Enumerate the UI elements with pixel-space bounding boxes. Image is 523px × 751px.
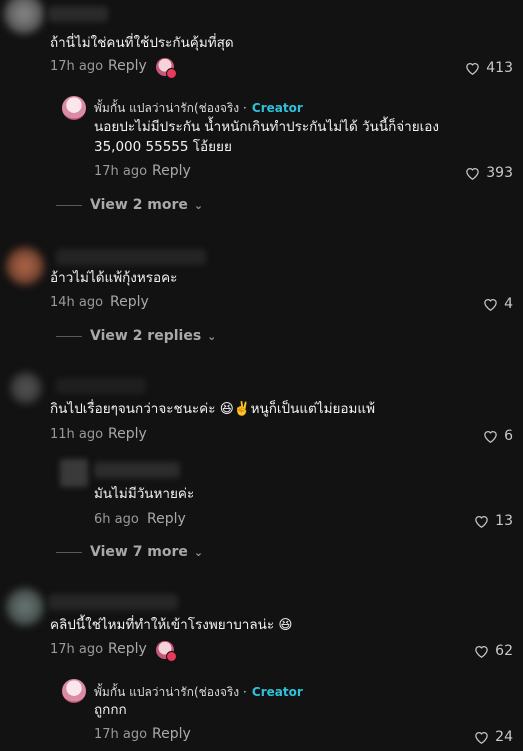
- like-button[interactable]: 393: [465, 165, 513, 181]
- reply-button[interactable]: Reply: [108, 641, 147, 657]
- view-more-label: View 2 more: [90, 197, 188, 213]
- heart-outline-icon: [466, 168, 480, 180]
- comment-time: 17h ago: [94, 164, 148, 179]
- creator-badge: Creator: [251, 685, 303, 699]
- heart-outline-icon: [484, 299, 497, 311]
- divider: [56, 335, 82, 337]
- reply-text-line2: 35,000 55555 โอ้ยยย: [94, 139, 232, 155]
- creator-header: พั้มกั้น แปลว่าน่ารัก(ช่องจริง · Creator: [94, 97, 303, 118]
- creator-header: พั้มกั้น แปลว่าน่ารัก(ช่องจริง · Creator: [94, 681, 303, 702]
- like-count: 393: [486, 165, 513, 181]
- view-more-replies[interactable]: View 2 replies ⌄: [56, 328, 216, 344]
- creator-name[interactable]: พั้มกั้น แปลว่าน่ารัก(ช่องจริง ·: [94, 101, 247, 115]
- username-blurred[interactable]: [56, 378, 146, 394]
- like-button[interactable]: 13: [474, 513, 513, 529]
- view-more-label: View 7 more: [90, 544, 188, 560]
- avatar[interactable]: [60, 459, 88, 487]
- like-button[interactable]: 62: [474, 643, 513, 659]
- username-blurred[interactable]: [94, 462, 180, 478]
- reply-text-line1: นอยปะไม่มีประกัน น้ำหนักเกินทำประกันไม่ไ…: [94, 119, 439, 135]
- username-blurred[interactable]: [56, 249, 206, 265]
- comment-time: 11h ago: [50, 427, 104, 442]
- like-button[interactable]: 413: [465, 60, 513, 76]
- comment-time: 17h ago: [50, 59, 104, 74]
- comment-text: ถูกกก: [94, 702, 127, 718]
- reply-button[interactable]: Reply: [147, 511, 186, 527]
- view-more-label: View 2 replies: [90, 328, 202, 344]
- creator-name[interactable]: พั้มกั้น แปลว่าน่ารัก(ช่องจริง ·: [94, 685, 247, 699]
- avatar[interactable]: [6, 247, 44, 285]
- like-count: 4: [504, 296, 513, 312]
- view-more-replies[interactable]: View 7 more ⌄: [56, 544, 203, 560]
- like-count: 13: [495, 513, 513, 529]
- divider: [56, 551, 82, 553]
- reply-button[interactable]: Reply: [110, 294, 149, 310]
- comment-time: 17h ago: [94, 727, 148, 742]
- creator-liked-avatar: [156, 641, 177, 662]
- view-more-replies[interactable]: View 2 more ⌄: [56, 197, 203, 213]
- heart-outline-icon: [475, 516, 488, 528]
- like-button[interactable]: 24: [474, 729, 513, 745]
- like-count: 413: [486, 60, 513, 76]
- comment-text: มันไม่มีวันหายค่ะ: [94, 486, 195, 502]
- comment-text: อ้าวไม่ได้แพ้กุ้งหรอคะ: [50, 270, 178, 286]
- chevron-down-icon: ⌄: [193, 198, 204, 212]
- divider: [56, 204, 82, 206]
- chevron-down-icon: ⌄: [207, 329, 217, 343]
- like-count: 6: [504, 428, 513, 444]
- reply-button[interactable]: Reply: [152, 726, 191, 742]
- reply-button[interactable]: Reply: [108, 58, 147, 74]
- username-blurred[interactable]: [48, 594, 178, 610]
- creator-badge: Creator: [251, 101, 303, 115]
- like-button[interactable]: 6: [483, 428, 513, 444]
- comment-text: ถ้านี่ไม่ใช่คนที่ใช้ประกันคุ้มที่สุด: [50, 35, 234, 51]
- heart-outline-icon: [466, 63, 480, 75]
- creator-liked-avatar: [156, 58, 177, 79]
- chevron-down-icon: ⌄: [193, 545, 204, 559]
- heart-outline-icon: [475, 646, 488, 658]
- like-button[interactable]: 4: [483, 296, 513, 312]
- like-count: 62: [495, 643, 513, 659]
- comment-text: กินไปเรื่อยๆจนกว่าจะชนะค่ะ 😆✌️หนูก็เป็นแ…: [50, 401, 376, 417]
- avatar[interactable]: [6, 588, 44, 626]
- comment-time: 17h ago: [50, 642, 104, 657]
- reply-button[interactable]: Reply: [152, 163, 191, 179]
- like-count: 24: [495, 729, 513, 745]
- creator-avatar[interactable]: [62, 96, 86, 120]
- comment-time: 6h ago: [94, 512, 139, 527]
- reply-button[interactable]: Reply: [108, 426, 147, 442]
- comment-text: คลิปนี้ใช่ไหมที่ทำให้เข้าโรงพยาบาลน่ะ 😆: [50, 617, 293, 633]
- username-blurred[interactable]: [48, 6, 108, 22]
- avatar[interactable]: [4, 0, 44, 34]
- comment-time: 14h ago: [50, 295, 104, 310]
- heart-outline-icon: [484, 431, 497, 443]
- heart-outline-icon: [475, 732, 488, 744]
- creator-avatar[interactable]: [62, 679, 86, 703]
- avatar[interactable]: [10, 372, 42, 404]
